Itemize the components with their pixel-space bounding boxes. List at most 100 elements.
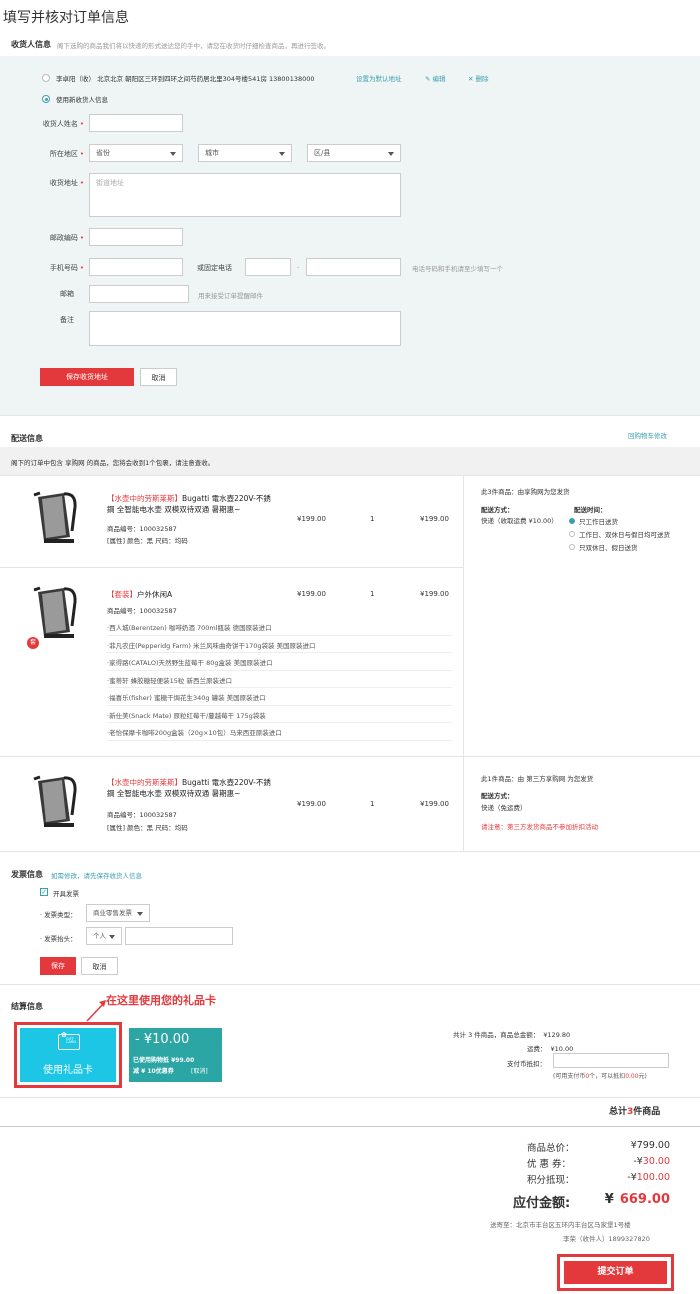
voucher-panel: - ¥10.00 已使用购物抵 ¥99.00 减 ¥ 10优惠券 [取消]: [129, 1028, 222, 1082]
product-qty: 1: [370, 515, 375, 523]
open-invoice-checkbox[interactable]: ✓: [40, 888, 48, 896]
back-to-cart-link[interactable]: 回购物车修改: [628, 430, 667, 440]
delivery-group-1: 此3件商品：由享购网为您发货 配送方式： 快递（收取运费 ¥10.00） 配送时…: [464, 475, 700, 755]
points-input[interactable]: [553, 1053, 669, 1068]
name-input[interactable]: [89, 114, 183, 132]
product-code: 商品编号：100032587: [107, 607, 177, 615]
invoice-type-select[interactable]: 商业零售发票: [86, 904, 150, 922]
city-select[interactable]: 城市: [198, 144, 292, 162]
bundle-badge: 套: [27, 637, 39, 649]
saved-address-text: 李卓阳（收） 北京北京 朝阳区三环到四环之间芍药居北里304号楼541房 138…: [56, 75, 315, 83]
voucher-used: 已使用购物抵 ¥99.00: [133, 1057, 195, 1064]
kettle-image[interactable]: [30, 769, 90, 829]
address-section: 收货人信息 阁下选购的商品我们将以快递的形式送达您的手中，请您在收货时仔细检查商…: [0, 30, 700, 415]
product-price: ¥199.00: [297, 590, 326, 598]
time-option[interactable]: 只工作日送货: [569, 516, 618, 526]
province-select[interactable]: 省份: [89, 144, 183, 162]
street-textarea[interactable]: 街道地址: [89, 173, 401, 217]
zip-input[interactable]: [89, 228, 183, 246]
product-row: 【水壶中的劳斯莱斯】Bugatti 電水壺220V-不銹鋼 全智能电水壶 双模双…: [0, 757, 463, 851]
name-label: 收货人姓名 •: [42, 120, 84, 128]
edit-icon: ✎: [425, 75, 431, 83]
gift-card-annotation: 在这里使用您的礼品卡: [106, 994, 216, 1007]
saved-address-radio[interactable]: [42, 74, 50, 82]
invoice-hint: 如需修改，请先保存收货人信息: [51, 872, 142, 880]
address-section-title: 收货人信息: [11, 40, 51, 49]
invoice-section: 发票信息 如需修改，请先保存收货人信息 ✓ 开具发票 · 发票类型： 商业零售发…: [0, 852, 700, 984]
product-attr: [属性] 颜色：黑 尺码：均码: [107, 537, 188, 545]
payable-label: 应付金额:: [513, 1196, 571, 1211]
time-option[interactable]: 工作日、双休日与假日均可送货: [569, 529, 670, 539]
phone-separator: -: [297, 263, 300, 271]
product-code: 商品编号：100032587: [107, 525, 177, 533]
district-select[interactable]: 区/县: [307, 144, 401, 162]
method-value: 快递（免运费）: [481, 804, 527, 812]
invoice-title: 发票信息: [11, 870, 43, 879]
points-label: 支付币抵扣：: [507, 1060, 546, 1068]
phone-area-input[interactable]: [245, 258, 291, 276]
payable-amount: 669.00: [619, 1192, 670, 1207]
subitem: ·新仕美(Snack Mate) 原粒红莓干/蔓越莓干 175g袋装: [107, 706, 452, 723]
save-address-button[interactable]: 保存收货地址: [40, 368, 134, 386]
phone-number-input[interactable]: [306, 258, 401, 276]
remark-textarea[interactable]: [89, 311, 401, 346]
payable-row: 应付金额: ¥669.00: [513, 1192, 670, 1211]
delivery-notice-bar: 阁下的订单中包含 享购网 的商品，您将会收到1个包裹，请注意查收。: [0, 447, 700, 475]
subitem: ·菲凡农庄(Pepperidg Farm) 米兰风味曲奇饼干170g袋装 美国原…: [107, 636, 452, 653]
product-attr: [属性] 颜色：黑 尺码：均码: [107, 824, 188, 832]
group-head: 此3件商品：由享购网为您发货: [481, 488, 570, 496]
subitem: ·蜜蒂轩 蜂胶糖轻便装15粒 新西兰原装进口: [107, 671, 452, 688]
kettle-image[interactable]: [30, 580, 90, 640]
voucher-discount: 减 ¥ 10优惠券: [133, 1068, 174, 1075]
count-summary: 总计3件商品: [609, 1107, 661, 1117]
page-title-bar: 填写并核对订单信息: [0, 0, 700, 30]
product-name[interactable]: 【套装】户外休闲A: [107, 589, 172, 600]
time-label: 配送时间：: [574, 506, 607, 514]
time-option[interactable]: 只双休日、假日送货: [569, 542, 638, 552]
new-address-radio[interactable]: [42, 95, 50, 103]
gift-card-label: 使用礼品卡: [43, 1065, 93, 1076]
address-section-hint: 阁下选购的商品我们将以快递的形式送达您的手中，请您在收货时仔细检查商品，再进行签…: [57, 42, 330, 50]
delivery-group-2: 此1件商品：由 第三方享购网 为您发货 配送方式： 快递（免运费） 请注意：第三…: [464, 757, 700, 851]
delete-address-link[interactable]: ✕ 删除: [468, 73, 489, 83]
settlement-title: 结算信息: [11, 1002, 43, 1011]
product-name[interactable]: 【水壶中的劳斯莱斯】Bugatti 電水壺220V-不銹鋼 全智能电水壶 双模双…: [107, 777, 277, 799]
street-label: 收货地址 •: [49, 179, 84, 187]
product-name[interactable]: 【水壶中的劳斯莱斯】Bugatti 電水壺220V-不銹鋼 全智能电水壶 双模双…: [107, 493, 277, 515]
invoice-head-select[interactable]: 个人: [86, 927, 122, 945]
mobile-input[interactable]: [89, 258, 183, 276]
voucher-amount: - ¥10.00: [135, 1032, 190, 1047]
product-code: 商品编号：100032587: [107, 811, 177, 819]
product-total: ¥199.00: [420, 515, 449, 523]
invoice-cancel-button[interactable]: 取消: [81, 957, 118, 975]
new-address-label: 使用新收货人信息: [56, 96, 108, 104]
method-value: 快递（收取运费 ¥10.00）: [481, 517, 558, 525]
submit-order-button[interactable]: 提交订单: [564, 1261, 667, 1284]
kettle-image[interactable]: [30, 485, 90, 545]
email-input[interactable]: [89, 285, 189, 303]
ship-to-address: 送寄至：北京市丰台区五环内丰台区马家堡1号楼: [490, 1221, 631, 1229]
subitem: ·西人城(Berentzen) 咖啡奶酒 700ml瓶装 德国原装进口: [107, 618, 452, 636]
gift-card-icon: ✿ GIFT CARD: [58, 1031, 80, 1050]
subitem: ·福喜乐(fisher) 蜜糖干焗花生340g 罐装 美国原装进口: [107, 688, 452, 706]
product-row: 【水壶中的劳斯莱斯】Bugatti 電水壺220V-不銹鋼 全智能电水壶 双模双…: [0, 475, 463, 567]
edit-address-link[interactable]: ✎ 编辑: [425, 73, 446, 83]
method-label: 配送方式：: [481, 792, 514, 800]
invoice-head-input[interactable]: [125, 927, 233, 945]
voucher-cancel-link[interactable]: [取消]: [191, 1066, 208, 1075]
total-row: 优 惠 券： -¥30.00: [527, 1156, 670, 1170]
total-row: 商品总价： ¥799.00: [527, 1140, 670, 1154]
subitem: ·老怡保摩卡咖啡200g盒装（20g×10包）马来西亚原装进口: [107, 723, 452, 741]
freight-line: 运费： ¥10.00: [527, 1045, 574, 1053]
product-row: 套 【套装】户外休闲A 商品编号：100032587 ¥199.00 1 ¥19…: [0, 568, 463, 746]
product-price: ¥199.00: [297, 800, 326, 808]
receiver-info: 李荣（收件人）1899327820: [563, 1235, 650, 1243]
gift-card-button[interactable]: ✿ GIFT CARD 使用礼品卡: [20, 1028, 116, 1082]
arrow-icon: [86, 1000, 106, 1022]
invoice-save-button[interactable]: 保存: [40, 957, 76, 975]
cancel-address-button[interactable]: 取消: [140, 368, 177, 386]
region-label: 所在地区 •: [49, 150, 84, 158]
subitem: ·家得路(CATALO)天然野生蓝莓干 80g盒装 美国原装进口: [107, 653, 452, 671]
product-qty: 1: [370, 800, 375, 808]
set-default-link[interactable]: 设置为默认地址: [356, 73, 402, 83]
